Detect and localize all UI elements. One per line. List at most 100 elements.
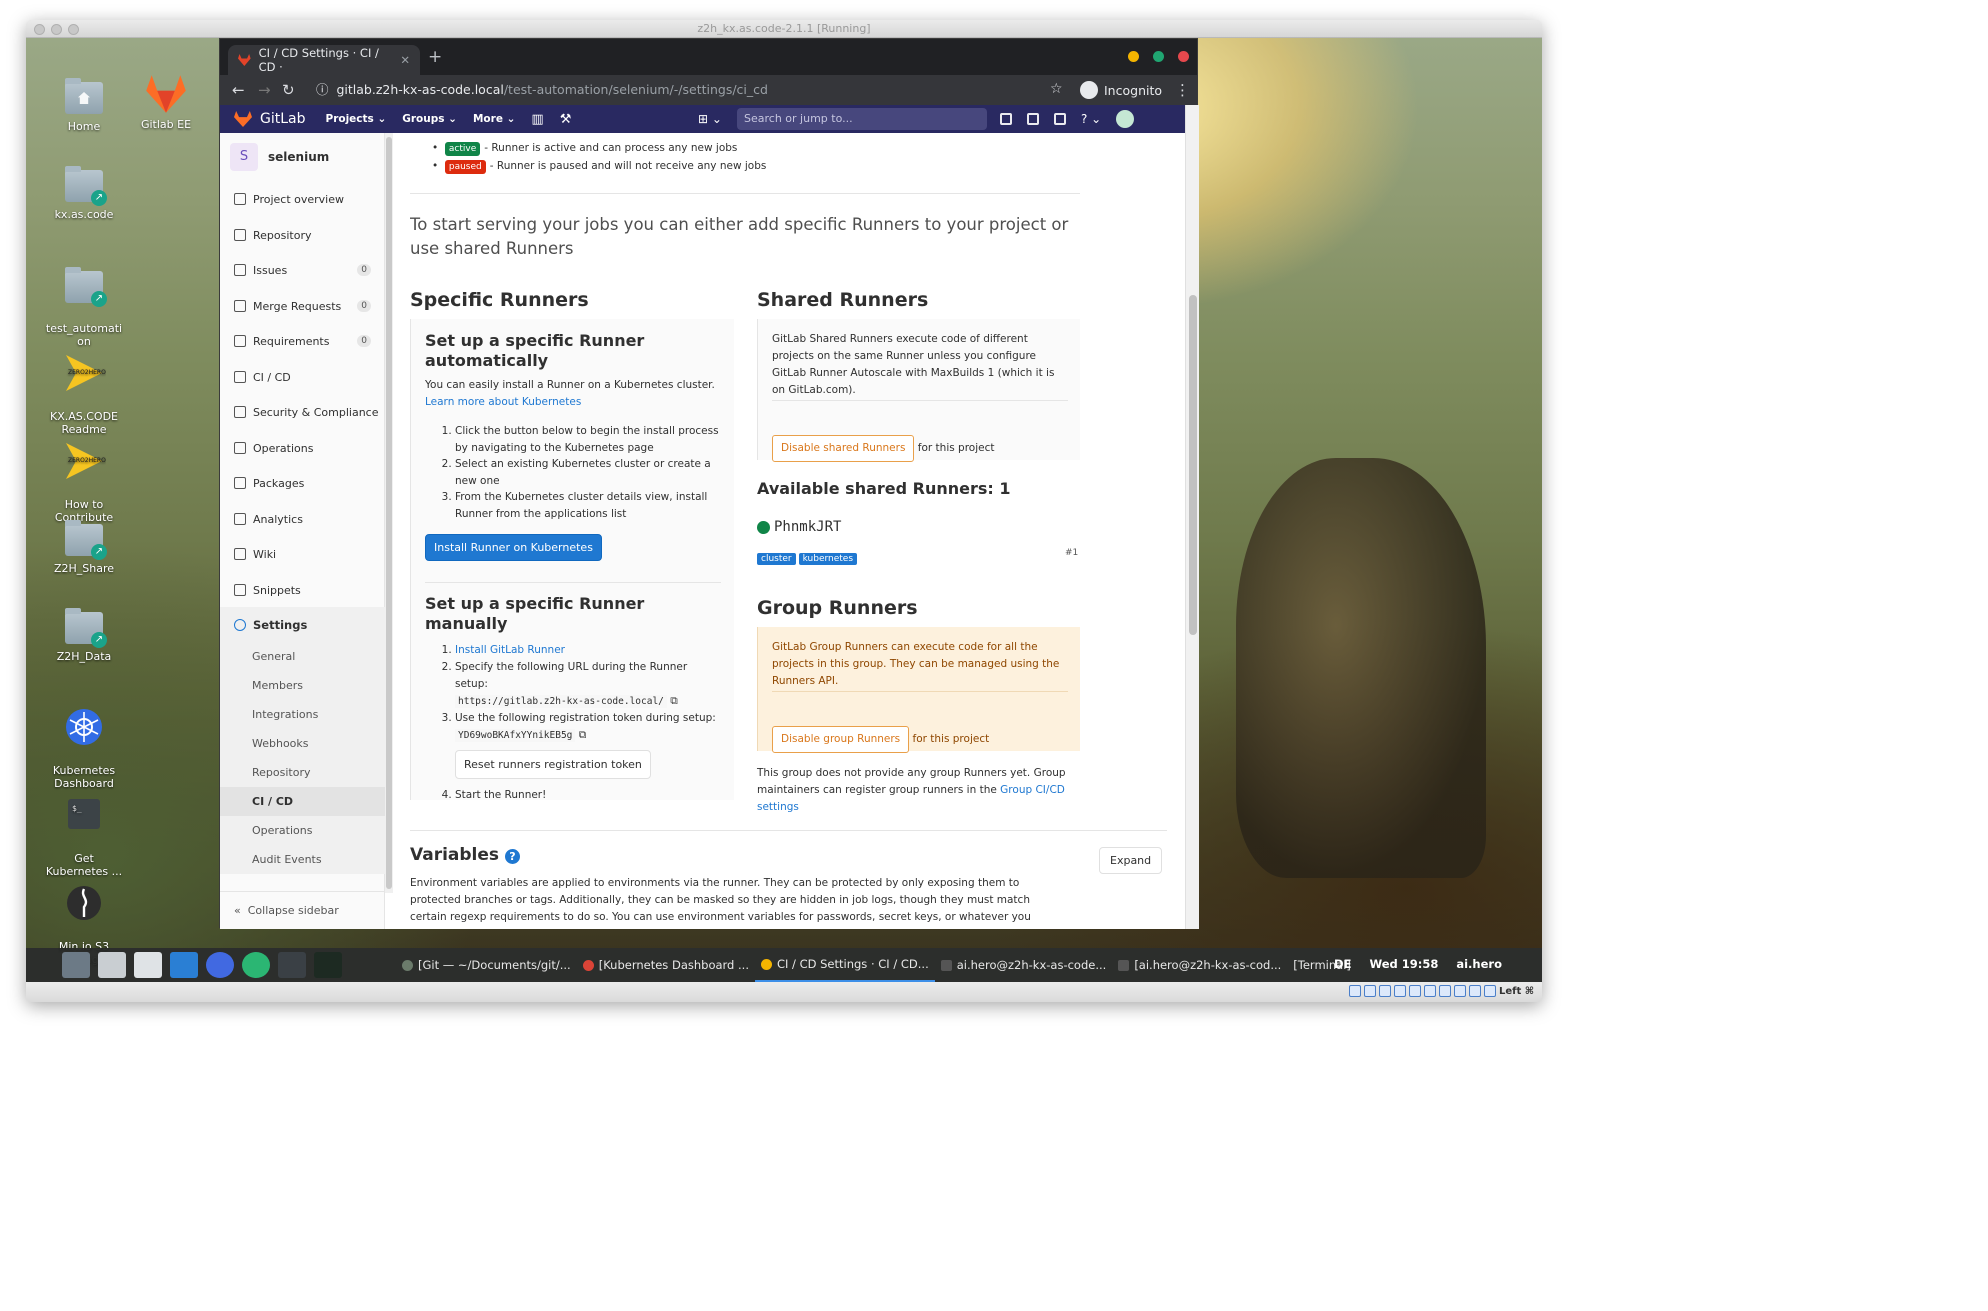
- files-icon[interactable]: [170, 952, 198, 978]
- site-info-icon[interactable]: ⓘ: [316, 82, 329, 97]
- collapse-sidebar-button[interactable]: « Collapse sidebar: [220, 891, 385, 929]
- back-icon[interactable]: ←: [232, 81, 245, 99]
- atom-icon[interactable]: [242, 952, 270, 978]
- browser-menu-icon[interactable]: ⋮: [1175, 81, 1190, 99]
- maximize-window-icon[interactable]: [1153, 51, 1164, 62]
- browser-compass-icon[interactable]: [206, 952, 234, 978]
- terminal-icon[interactable]: [278, 952, 306, 978]
- disable-group-runners-button[interactable]: Disable group Runners: [772, 726, 910, 753]
- cd-icon[interactable]: [1363, 985, 1376, 997]
- hdd-icon[interactable]: [1348, 985, 1361, 997]
- settings-sub-operations[interactable]: Operations: [220, 816, 385, 845]
- gitlab-logo-icon[interactable]: [234, 111, 252, 127]
- shared-folder-icon[interactable]: [1423, 985, 1436, 997]
- desktop-icon-z2h-share[interactable]: ↗ Z2H_Share: [44, 520, 124, 575]
- tab-close-icon[interactable]: ✕: [400, 53, 410, 67]
- reset-token-button[interactable]: Reset runners registration token: [455, 750, 651, 779]
- admin-wrench-icon[interactable]: ⚒: [560, 112, 572, 127]
- sidebar-item-operations[interactable]: Operations: [220, 430, 385, 466]
- sidebar-item-repository[interactable]: Repository: [220, 217, 385, 253]
- sidebar-item-packages[interactable]: Packages: [220, 465, 385, 501]
- sidebar-item-wiki[interactable]: Wiki: [220, 536, 385, 572]
- sidebar-item-issues[interactable]: Issues 0: [220, 252, 385, 288]
- settings-sub-ci-cd[interactable]: CI / CD: [220, 787, 385, 816]
- copy-token-icon[interactable]: ⧉: [579, 729, 587, 741]
- settings-sub-webhooks[interactable]: Webhooks: [220, 729, 385, 758]
- display-icon[interactable]: [1438, 985, 1451, 997]
- taskbar-window-terminal-1[interactable]: ai.hero@z2h-kx-as-code...: [935, 948, 1113, 982]
- file-manager-icon[interactable]: [98, 952, 126, 978]
- sidebar-item-analytics[interactable]: Analytics: [220, 501, 385, 537]
- install-runner-kubernetes-button[interactable]: Install Runner on Kubernetes: [425, 534, 602, 561]
- settings-sub-members[interactable]: Members: [220, 671, 385, 700]
- activity-chart-icon[interactable]: ▥: [531, 112, 543, 127]
- desktop-icon-kx-as-code[interactable]: ↗ kx.as.code: [44, 166, 124, 221]
- nav-more-menu[interactable]: More ⌄: [473, 113, 515, 125]
- search-input[interactable]: Search or jump to...: [737, 108, 987, 130]
- sidebar-item-merge-requests[interactable]: Merge Requests 0: [220, 288, 385, 324]
- drive-icon[interactable]: [134, 952, 162, 978]
- taskbar-window-chrome[interactable]: CI / CD Settings · CI / CD...: [754, 948, 935, 982]
- settings-sub-general[interactable]: General: [220, 642, 385, 671]
- nav-projects-menu[interactable]: Projects ⌄: [326, 113, 387, 125]
- sidebar-item-requirements[interactable]: Requirements 0: [220, 323, 385, 359]
- bookmark-star-icon[interactable]: ☆: [1050, 81, 1063, 97]
- mouse-integration-icon[interactable]: [1483, 985, 1496, 997]
- sidebar-item-security[interactable]: Security & Compliance: [220, 394, 385, 430]
- page-scrollbar[interactable]: [1185, 105, 1199, 929]
- page-scrollbar-thumb[interactable]: [1189, 295, 1197, 635]
- taskbar-window-terminal-2[interactable]: [ai.hero@z2h-kx-as-cod...: [1112, 948, 1287, 982]
- issues-nav-icon[interactable]: [1000, 113, 1012, 125]
- install-gitlab-runner-link[interactable]: Install GitLab Runner: [455, 644, 565, 656]
- desktop-icon-home[interactable]: Home: [44, 78, 124, 133]
- variables-expand-button[interactable]: Expand: [1099, 847, 1163, 874]
- close-window-icon[interactable]: [1178, 51, 1189, 62]
- trash-icon[interactable]: [62, 952, 90, 978]
- merge-requests-nav-icon[interactable]: [1027, 113, 1039, 125]
- network-icon[interactable]: [1393, 985, 1406, 997]
- incognito-indicator[interactable]: Incognito: [1080, 78, 1162, 102]
- registration-token[interactable]: YD69woBKAfxYYnikEB5g: [455, 729, 576, 742]
- desktop-icon-z2h-data[interactable]: ↗ Z2H_Data: [44, 608, 124, 663]
- project-header[interactable]: S selenium: [230, 143, 329, 171]
- desktop-icon-gitlab[interactable]: Gitlab EE: [126, 74, 206, 131]
- desktop-icon-test-automation[interactable]: ↗ test_automati on: [44, 254, 124, 348]
- new-tab-icon[interactable]: +: [428, 47, 442, 67]
- taskbar-window-kubernetes[interactable]: [Kubernetes Dashboard ...: [577, 948, 755, 982]
- copy-url-icon[interactable]: ⧉: [670, 695, 678, 707]
- help-circle-icon[interactable]: ?: [504, 849, 520, 864]
- sidebar-item-settings[interactable]: Settings: [220, 607, 385, 643]
- minimize-window-icon[interactable]: [1128, 51, 1139, 62]
- help-icon[interactable]: ? ⌄: [1081, 112, 1101, 126]
- settings-sub-audit-events[interactable]: Audit Events: [220, 845, 385, 874]
- clock[interactable]: Wed 19:58: [1369, 957, 1438, 971]
- desktop-icon-readme[interactable]: ZERO2HERO KX.AS.CODE Readme: [44, 340, 124, 436]
- sidebar-scrollbar[interactable]: [385, 133, 393, 893]
- desktop-icon-contribute[interactable]: ZERO2HERO How to Contribute: [44, 428, 124, 524]
- recording-icon[interactable]: [1453, 985, 1466, 997]
- sidebar-scrollbar-thumb[interactable]: [386, 137, 392, 889]
- nav-groups-menu[interactable]: Groups ⌄: [402, 113, 457, 125]
- keyboard-layout[interactable]: DE: [1334, 957, 1351, 971]
- shared-runner-item[interactable]: PhnmkJRT: [757, 519, 841, 535]
- forward-icon[interactable]: →: [258, 81, 271, 99]
- address-bar[interactable]: ⓘ gitlab.z2h-kx-as-code.local/test-autom…: [306, 78, 1056, 102]
- audio-icon[interactable]: [1378, 985, 1391, 997]
- sidebar-item-ci-cd[interactable]: CI / CD: [220, 359, 385, 395]
- settings-sub-integrations[interactable]: Integrations: [220, 700, 385, 729]
- settings-sub-repository[interactable]: Repository: [220, 758, 385, 787]
- taskbar-window-git[interactable]: [Git — ~/Documents/git/...: [396, 948, 577, 982]
- system-monitor-icon[interactable]: [314, 952, 342, 978]
- reload-icon[interactable]: ↻: [282, 81, 295, 99]
- sidebar-item-project-overview[interactable]: Project overview: [220, 181, 385, 217]
- user-avatar[interactable]: [1116, 110, 1135, 128]
- user-menu[interactable]: ai.hero: [1456, 957, 1502, 971]
- gitlab-brand[interactable]: GitLab: [260, 111, 306, 127]
- usb-icon[interactable]: [1408, 985, 1421, 997]
- desktop-icon-get-kubernetes[interactable]: $_ Get Kubernetes ...: [44, 782, 124, 878]
- cpu-icon[interactable]: [1468, 985, 1481, 997]
- runner-url[interactable]: https://gitlab.z2h-kx-as-code.local/: [455, 695, 667, 708]
- sidebar-item-snippets[interactable]: Snippets: [220, 572, 385, 608]
- todos-nav-icon[interactable]: [1054, 113, 1066, 125]
- learn-kubernetes-link[interactable]: Learn more about Kubernetes: [425, 396, 581, 408]
